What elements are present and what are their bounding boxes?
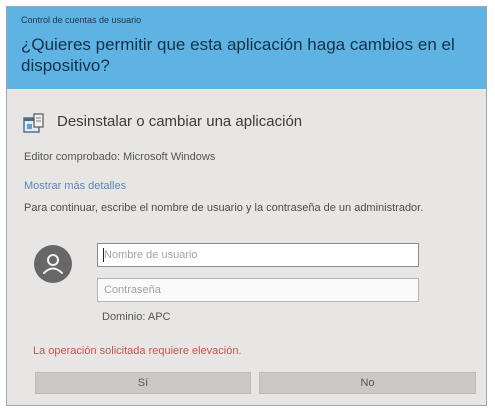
user-icon (43, 254, 63, 274)
uninstall-programs-icon (23, 113, 44, 133)
uac-dialog: Control de cuentas de usuario ¿Quieres p… (6, 6, 487, 406)
verified-publisher: Editor comprobado: Microsoft Windows (24, 151, 216, 163)
domain-label: Dominio: APC (102, 311, 171, 323)
password-input[interactable] (97, 278, 419, 302)
text-cursor (103, 248, 104, 262)
app-name: Desinstalar o cambiar una aplicación (57, 113, 303, 130)
user-avatar (34, 245, 72, 283)
credentials-instructions: Para continuar, escribe el nombre de usu… (24, 202, 424, 214)
username-input[interactable] (97, 243, 419, 267)
permission-question: ¿Quieres permitir que esta aplicación ha… (21, 35, 455, 75)
yes-button[interactable]: Sí (35, 372, 251, 394)
window-title: Control de cuentas de usuario (21, 15, 142, 25)
no-button[interactable]: No (259, 372, 476, 394)
error-message: La operación solicitada requiere elevaci… (33, 345, 242, 357)
show-more-details-link[interactable]: Mostrar más detalles (24, 180, 126, 192)
dialog-header: Control de cuentas de usuario ¿Quieres p… (7, 7, 486, 89)
